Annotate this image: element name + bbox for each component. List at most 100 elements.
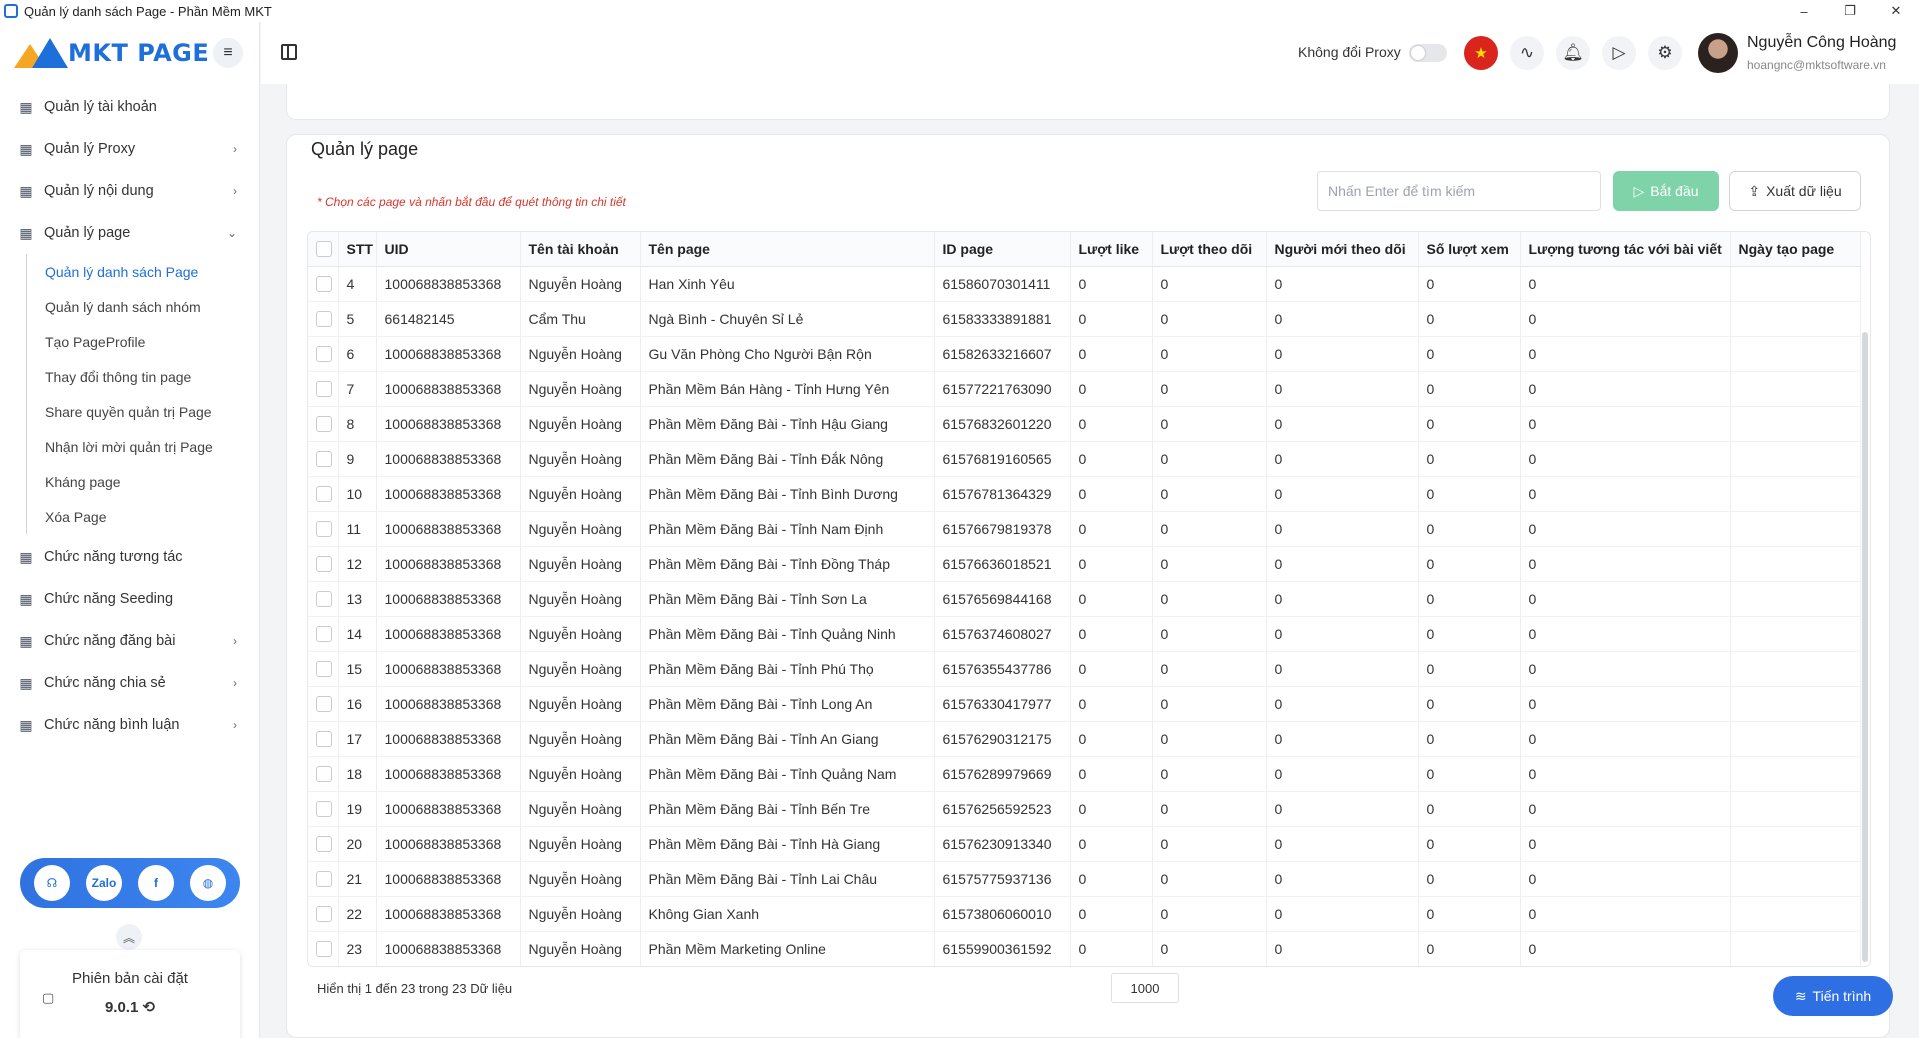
row-checkbox[interactable] bbox=[316, 766, 332, 783]
column-header-luong-tuong-tac-voi-bai-viet[interactable]: Lượng tương tác với bài viết bbox=[1520, 232, 1731, 267]
row-checkbox[interactable] bbox=[316, 801, 332, 818]
subnav-item-share-quyen-quan-tri-page[interactable]: Share quyền quản trị Page bbox=[27, 394, 259, 429]
sidebar-item-quan-ly-page[interactable]: ▦ Quản lý page ⌄ bbox=[0, 212, 259, 254]
search-input[interactable] bbox=[1317, 171, 1601, 211]
column-header-ngay-tao-page[interactable]: Ngày tạo page bbox=[1730, 232, 1861, 267]
select-all-checkbox[interactable] bbox=[316, 241, 332, 258]
table-row[interactable]: 17 100068838853368 Nguyễn Hoàng Phần Mềm Đă… bbox=[308, 721, 1861, 757]
table-row[interactable]: 20 100068838853368 Nguyễn Hoàng Phần Mềm Đă… bbox=[308, 826, 1861, 862]
table-row[interactable]: 9 100068838853368 Nguyễn Hoàng Phần Mềm Đăn… bbox=[308, 441, 1861, 477]
export-button[interactable]: ⇪ Xuất dữ liệu bbox=[1729, 171, 1861, 211]
row-checkbox[interactable] bbox=[316, 556, 332, 573]
subnav-item-tao-pageprofile[interactable]: Tạo PageProfile bbox=[27, 324, 259, 359]
row-checkbox[interactable] bbox=[316, 626, 332, 643]
minimize-button[interactable]: – bbox=[1781, 0, 1827, 22]
table-row[interactable]: 6 100068838853368 Nguyễn Hoàng Gu Văn Phòng… bbox=[308, 336, 1861, 372]
chevron-icon: ⌄ bbox=[226, 226, 237, 240]
subnav-item-xoa-page[interactable]: Xóa Page bbox=[27, 499, 259, 534]
column-header-stt[interactable]: STT bbox=[338, 232, 377, 267]
sidebar-item-chuc-nang-tuong-tac[interactable]: ▦ Chức năng tương tác bbox=[0, 536, 259, 578]
column-header-nguoi-moi-theo-doi[interactable]: Người mới theo dõi bbox=[1266, 232, 1419, 267]
start-button[interactable]: ▷ Bắt đầu bbox=[1613, 171, 1719, 211]
row-checkbox[interactable] bbox=[316, 661, 332, 678]
row-checkbox[interactable] bbox=[316, 871, 332, 888]
restore-button[interactable]: ❐ bbox=[1827, 0, 1873, 22]
version-card: ▢ Phiên bản cài đặt 9.0.1 ⟲ bbox=[20, 950, 240, 1038]
proxy-toggle[interactable] bbox=[1409, 44, 1447, 62]
sidebar-item-quan-ly-tai-khoan[interactable]: ▦ Quản lý tài khoản bbox=[0, 86, 259, 128]
page-size-input[interactable]: 1000 bbox=[1111, 973, 1179, 1003]
layout-toggle-icon[interactable] bbox=[281, 44, 297, 60]
vietnam-flag-icon[interactable]: ★ bbox=[1464, 36, 1498, 70]
sidebar-item-quan-ly-noi-dung[interactable]: ▦ Quản lý nội dung › bbox=[0, 170, 259, 212]
row-checkbox[interactable] bbox=[316, 311, 332, 328]
logo: MKT PAGE ≡ bbox=[0, 22, 259, 84]
table-row[interactable]: 16 100068838853368 Nguyễn Hoàng Phần Mềm Đă… bbox=[308, 686, 1861, 722]
row-checkbox[interactable] bbox=[316, 521, 332, 538]
zalo-icon[interactable]: Zalo bbox=[86, 865, 122, 901]
row-checkbox[interactable] bbox=[316, 906, 332, 923]
table-row[interactable]: 12 100068838853368 Nguyễn Hoàng Phần Mềm Đă… bbox=[308, 546, 1861, 582]
sidebar-item-chuc-nang-dang-bai[interactable]: ▦ Chức năng đăng bài › bbox=[0, 620, 259, 662]
table-row[interactable]: 23 100068838853368 Nguyễn Hoàng Phần Mềm Ma… bbox=[308, 931, 1861, 966]
avatar[interactable] bbox=[1698, 33, 1738, 73]
table-row[interactable]: 5 661482145 Cẩm Thu Ngà Bình - Chuyên Sỉ Lẻ… bbox=[308, 301, 1861, 337]
sidebar-item-chuc-nang-chia-se[interactable]: ▦ Chức năng chia sẻ › bbox=[0, 662, 259, 704]
column-header-id-page[interactable]: ID page bbox=[934, 232, 1071, 267]
table-row[interactable]: 8 100068838853368 Nguyễn Hoàng Phần Mềm Đăn… bbox=[308, 406, 1861, 442]
row-checkbox[interactable] bbox=[316, 486, 332, 503]
hamburger-menu-icon[interactable]: ≡ bbox=[213, 38, 243, 68]
sidebar-item-chuc-nang-binh-luan[interactable]: ▦ Chức năng bình luận › bbox=[0, 704, 259, 746]
cell-ten-page: Phần Mềm Đăng Bài - Tỉnh Bến Tre bbox=[640, 791, 935, 827]
close-button[interactable]: ✕ bbox=[1873, 0, 1919, 22]
progress-button[interactable]: ≋ Tiến trình bbox=[1773, 976, 1893, 1016]
table-row[interactable]: 13 100068838853368 Nguyễn Hoàng Phần Mềm Đă… bbox=[308, 581, 1861, 617]
table-row[interactable]: 18 100068838853368 Nguyễn Hoàng Phần Mềm Đă… bbox=[308, 756, 1861, 792]
cell-uid: 100068838853368 bbox=[376, 616, 521, 652]
row-checkbox[interactable] bbox=[316, 696, 332, 713]
column-header-so-luot-xem[interactable]: Số lượt xem bbox=[1418, 232, 1521, 267]
gear-icon[interactable]: ⚙ bbox=[1648, 36, 1682, 70]
row-checkbox[interactable] bbox=[316, 276, 332, 293]
chevron-up-icon[interactable]: ︽ bbox=[116, 924, 142, 950]
row-checkbox[interactable] bbox=[316, 346, 332, 363]
column-header-luot-theo-doi[interactable]: Lượt theo dõi bbox=[1152, 232, 1267, 267]
subnav-item-nhan-loi-moi-quan-tri-page[interactable]: Nhận lời mời quản trị Page bbox=[27, 429, 259, 464]
cell-nguoi-moi-theo-doi: 0 bbox=[1266, 861, 1419, 897]
row-checkbox[interactable] bbox=[316, 836, 332, 853]
subnav-item-khang-page[interactable]: Kháng page bbox=[27, 464, 259, 499]
cell-nguoi-moi-theo-doi: 0 bbox=[1266, 546, 1419, 582]
sidebar-item-quan-ly-proxy[interactable]: ▦ Quản lý Proxy › bbox=[0, 128, 259, 170]
table-row[interactable]: 15 100068838853368 Nguyễn Hoàng Phần Mềm Đă… bbox=[308, 651, 1861, 687]
column-header-luot-like[interactable]: Lượt like bbox=[1070, 232, 1153, 267]
table-row[interactable]: 10 100068838853368 Nguyễn Hoàng Phần Mềm Đă… bbox=[308, 476, 1861, 512]
table-scrollbar[interactable] bbox=[1862, 332, 1868, 962]
row-checkbox[interactable] bbox=[316, 416, 332, 433]
play-icon[interactable]: ▷ bbox=[1602, 36, 1636, 70]
subnav-item-quan-ly-danh-sach-nhom[interactable]: Quản lý danh sách nhóm bbox=[27, 289, 259, 324]
bell-icon[interactable]: 🔔︎ bbox=[1556, 36, 1590, 70]
table-row[interactable]: 14 100068838853368 Nguyễn Hoàng Phần Mềm Đă… bbox=[308, 616, 1861, 652]
table-row[interactable]: 11 100068838853368 Nguyễn Hoàng Phần Mềm Đă… bbox=[308, 511, 1861, 547]
column-header-ten-page[interactable]: Tên page bbox=[640, 232, 935, 267]
row-checkbox[interactable] bbox=[316, 941, 332, 958]
table-row[interactable]: 4 100068838853368 Nguyễn Hoàng Han Xinh Yêu… bbox=[308, 266, 1861, 302]
table-row[interactable]: 7 100068838853368 Nguyễn Hoàng Phần Mềm Bán… bbox=[308, 371, 1861, 407]
globe-icon[interactable]: ◍ bbox=[190, 865, 226, 901]
row-checkbox[interactable] bbox=[316, 451, 332, 468]
row-checkbox[interactable] bbox=[316, 591, 332, 608]
column-header-uid[interactable]: UID bbox=[376, 232, 521, 267]
table-row[interactable]: 21 100068838853368 Nguyễn Hoàng Phần Mềm Đă… bbox=[308, 861, 1861, 897]
table-row[interactable]: 19 100068838853368 Nguyễn Hoàng Phần Mềm Đă… bbox=[308, 791, 1861, 827]
facebook-icon[interactable]: f bbox=[138, 865, 174, 901]
table-row[interactable]: 22 100068838853368 Nguyễn Hoàng Không Gian … bbox=[308, 896, 1861, 932]
row-checkbox[interactable] bbox=[316, 731, 332, 748]
subnav-item-quan-ly-danh-sach-page[interactable]: Quản lý danh sách Page bbox=[27, 254, 259, 289]
column-header-ten-tai-khoan[interactable]: Tên tài khoản bbox=[520, 232, 641, 267]
support-icon[interactable]: ☊ bbox=[34, 865, 70, 901]
sidebar-item-chuc-nang-seeding[interactable]: ▦ Chức năng Seeding bbox=[0, 578, 259, 620]
activity-icon[interactable]: ∿ bbox=[1510, 36, 1544, 70]
row-checkbox[interactable] bbox=[316, 381, 332, 398]
subnav-item-thay-doi-thong-tin-page[interactable]: Thay đổi thông tin page bbox=[27, 359, 259, 394]
cell-ten-tai-khoan: Nguyễn Hoàng bbox=[520, 476, 641, 512]
